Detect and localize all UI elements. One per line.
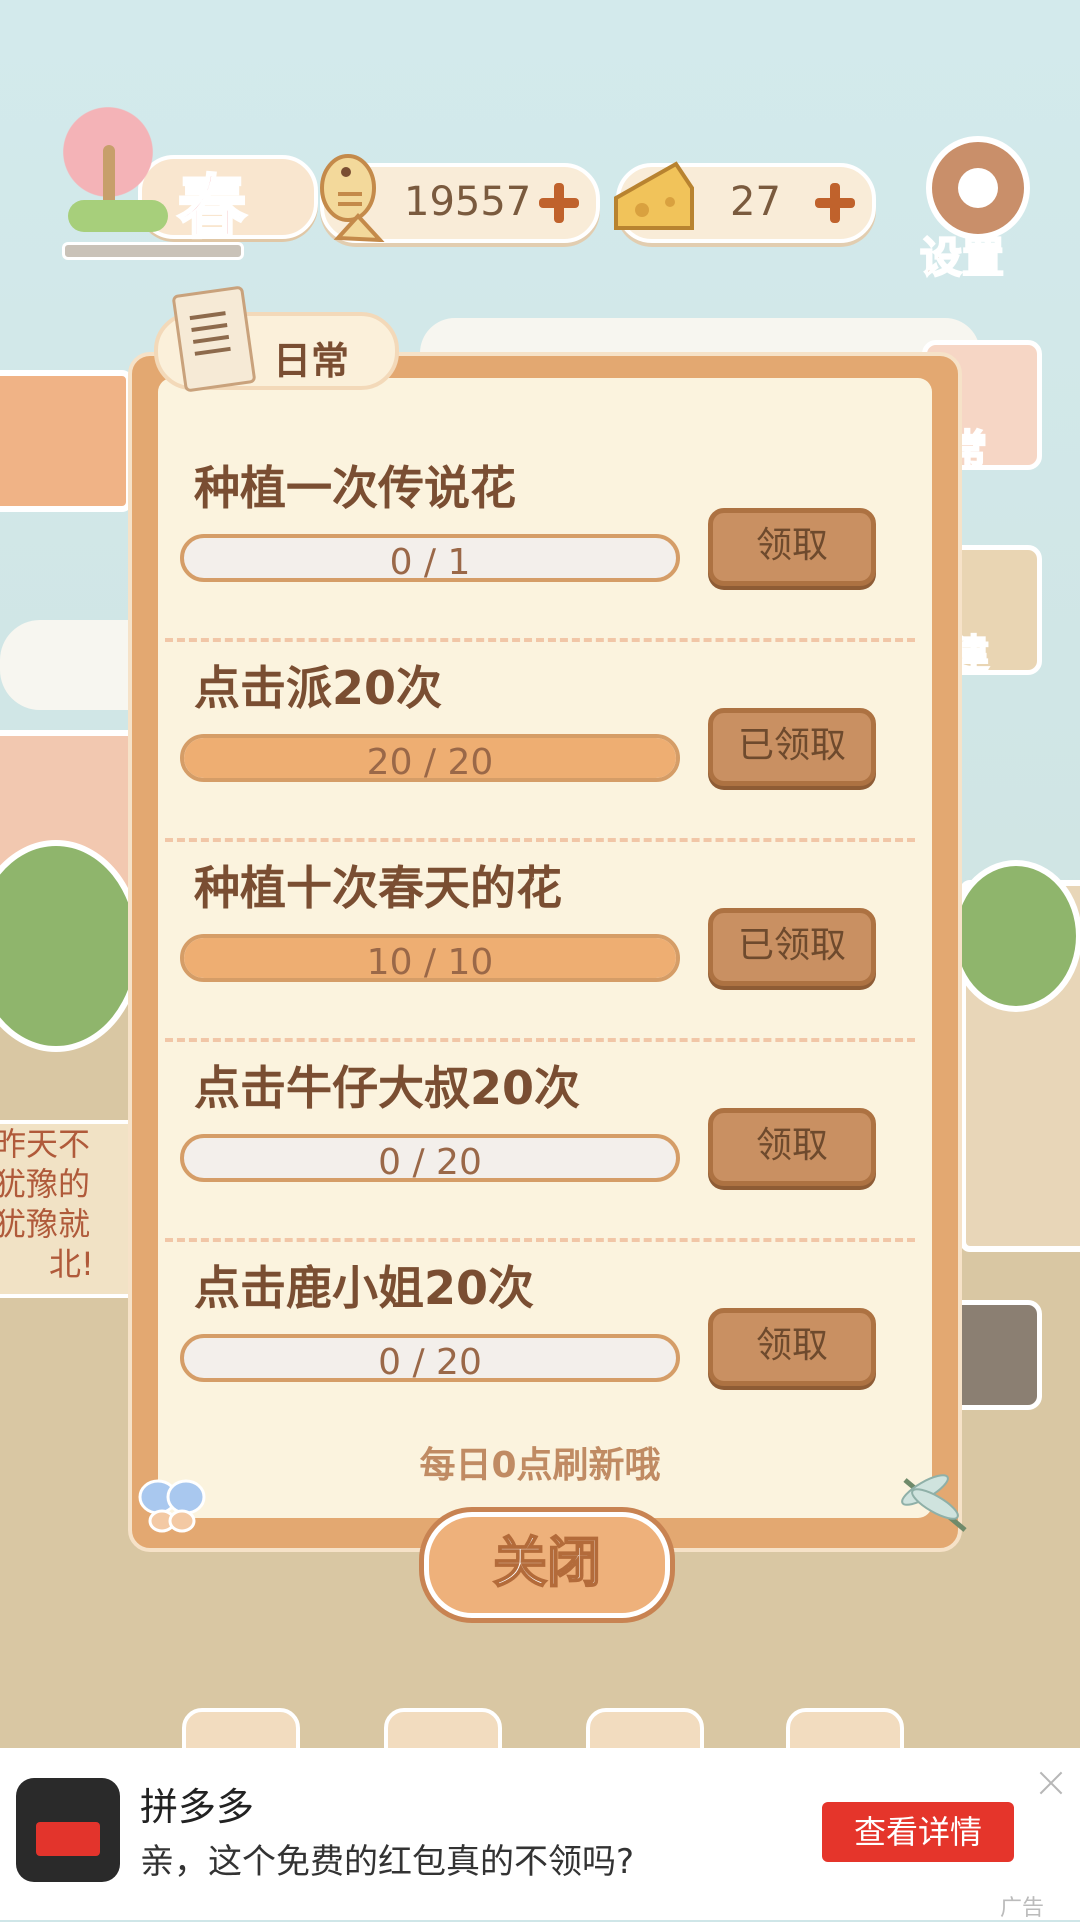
claim-button-label: 领取: [755, 1325, 828, 1366]
notice-line: 犹豫就: [0, 1205, 91, 1243]
background-building: [0, 370, 132, 512]
task-row: 种植一次传说花 0 / 1 领取: [180, 452, 920, 652]
task-row: 点击牛仔大叔20次 0 / 20 领取: [180, 1052, 920, 1252]
task-progress-bar: 10 / 10: [180, 934, 680, 982]
dragonfly-icon: [901, 1474, 967, 1532]
progress-text: 10 / 10: [366, 942, 494, 982]
settings-button[interactable]: 设置: [919, 136, 1040, 283]
task-row: 种植十次春天的花 10 / 10 已领取: [180, 852, 920, 1052]
fish-bone-icon: [320, 154, 385, 242]
add-fish-button[interactable]: [534, 179, 582, 227]
season-indicator[interactable]: 春: [48, 100, 318, 260]
add-cheese-button[interactable]: [810, 179, 858, 227]
task-separator: [165, 638, 915, 642]
notice-sign: 昨天不 犹豫的 犹豫就 北!: [0, 1120, 133, 1298]
close-dialog-button[interactable]: 关闭: [424, 1512, 670, 1618]
claim-button-label: 领取: [755, 1125, 828, 1166]
progress-text: 0 / 20: [378, 1142, 482, 1182]
claim-button-label: 已领取: [737, 725, 846, 766]
settings-label: 设置: [919, 232, 1005, 283]
claim-button-label: 已领取: [737, 925, 846, 966]
cheese-count: 27: [730, 179, 781, 225]
season-label: 春: [176, 168, 247, 250]
ad-description: 亲，这个免费的红包真的不领吗?: [140, 1842, 635, 1882]
task-progress-bar: 0 / 20: [180, 1334, 680, 1382]
fish-count: 19557: [404, 179, 532, 225]
task-separator: [165, 1038, 915, 1042]
notice-line: 昨天不: [0, 1125, 91, 1163]
task-progress-bar: 0 / 20: [180, 1134, 680, 1182]
task-title: 种植一次传说花: [194, 461, 516, 515]
claim-button-label: 领取: [755, 525, 828, 566]
bush-icon: [68, 200, 168, 232]
background-tree: [950, 860, 1080, 1012]
butterfly-icon: [138, 1479, 206, 1533]
task-separator: [165, 1238, 915, 1242]
cheese-icon: [614, 161, 694, 230]
notice-line: 北!: [49, 1245, 94, 1283]
claim-button[interactable]: 领取: [708, 1308, 876, 1386]
season-progress-bar: [62, 242, 244, 260]
task-progress-bar: 20 / 20: [180, 734, 680, 782]
task-title: 点击鹿小姐20次: [194, 1261, 535, 1315]
notice-line: 犹豫的: [0, 1165, 91, 1203]
note-paper-icon: [171, 285, 257, 393]
task-title: 点击牛仔大叔20次: [194, 1061, 581, 1115]
claimed-button[interactable]: 已领取: [708, 908, 876, 986]
task-title: 点击派20次: [194, 661, 443, 715]
close-button-label: 关闭: [492, 1530, 602, 1595]
claimed-button[interactable]: 已领取: [708, 708, 876, 786]
claim-button[interactable]: 领取: [708, 1108, 876, 1186]
task-progress-bar: 0 / 1: [180, 534, 680, 582]
ad-app-name: 拼多多: [140, 1785, 255, 1829]
task-separator: [165, 838, 915, 842]
task-row: 点击鹿小姐20次 0 / 20 领取: [180, 1252, 920, 1452]
view-details-button[interactable]: 查看详情: [822, 1802, 1014, 1862]
daily-tab-label: 日常: [273, 339, 350, 383]
progress-text: 20 / 20: [366, 742, 494, 782]
ad-banner[interactable]: 拼多多 亲，这个免费的红包真的不领吗? 查看详情 广告: [0, 1748, 1080, 1921]
task-title: 种植十次春天的花: [194, 861, 562, 915]
claim-button[interactable]: 领取: [708, 508, 876, 586]
progress-text: 0 / 1: [389, 542, 471, 582]
progress-text: 0 / 20: [378, 1342, 482, 1382]
task-row: 点击派20次 20 / 20 已领取: [180, 652, 920, 852]
app-icon: [16, 1778, 120, 1882]
ad-tag: 广告: [1000, 1896, 1045, 1921]
daily-tab: 日常: [154, 285, 399, 393]
close-ad-icon[interactable]: [1036, 1768, 1066, 1798]
